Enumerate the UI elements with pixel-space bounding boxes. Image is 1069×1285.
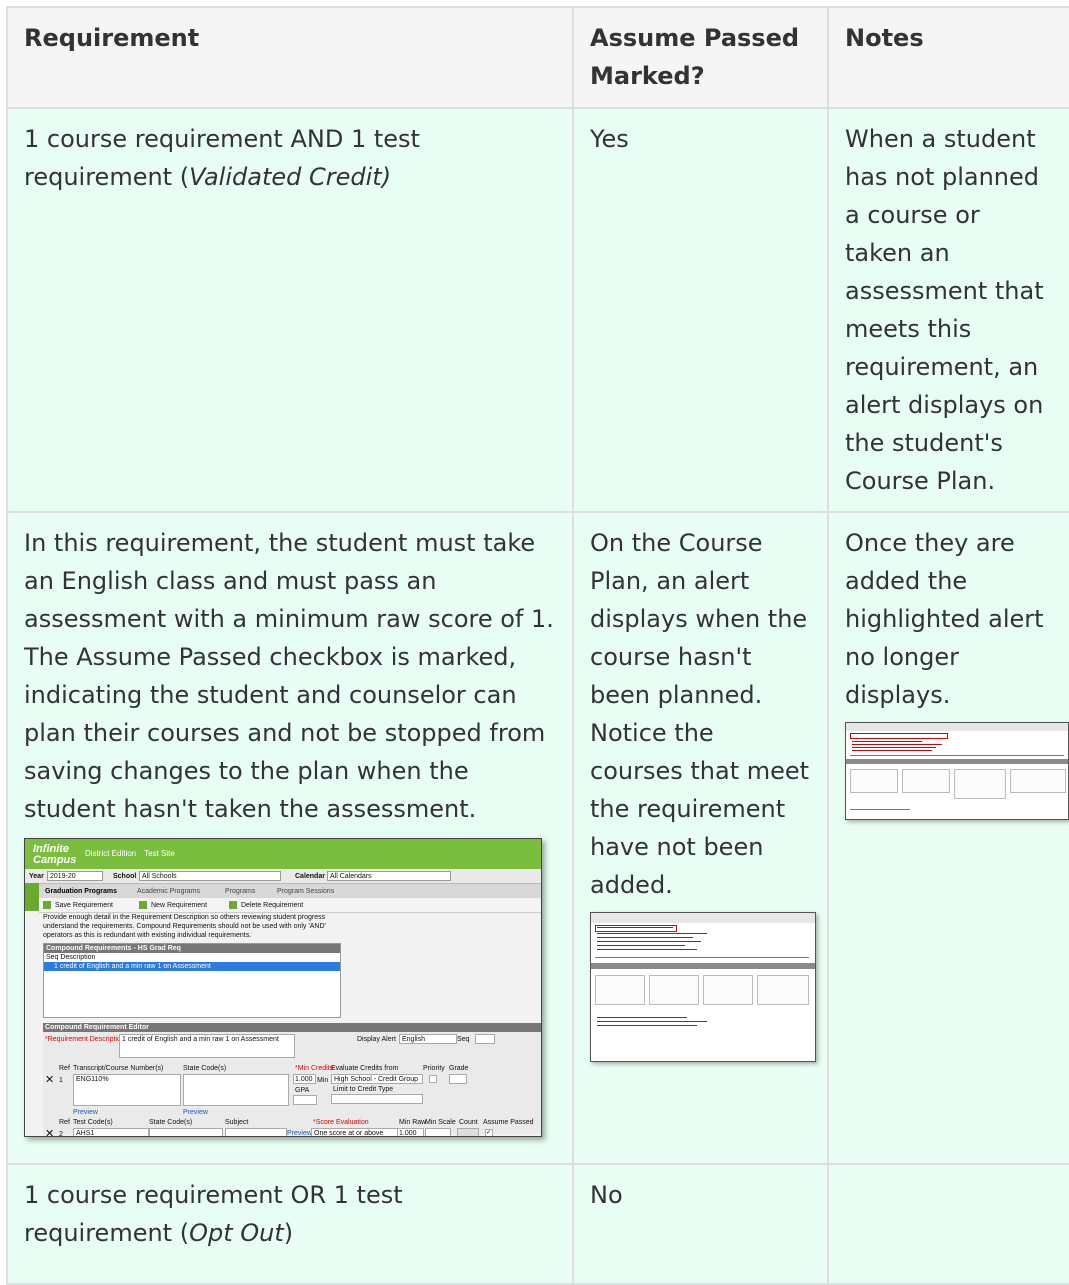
grade-select[interactable] — [449, 1074, 467, 1084]
infinite-campus-logo: Infinite Campus — [33, 843, 77, 866]
state-code-field[interactable] — [183, 1074, 289, 1106]
min-raw-field[interactable]: 1.000 — [397, 1128, 424, 1136]
course-plan-no-alert-screenshot — [845, 722, 1069, 820]
list-item[interactable]: 1 credit of English and a min raw 1 on A… — [44, 962, 340, 971]
count-field[interactable] — [457, 1128, 479, 1136]
requirement-type: Validated Credit) — [189, 163, 392, 191]
requirement-cell: 1 course requirement AND 1 test requirem… — [6, 107, 574, 513]
delete-icon — [229, 901, 237, 910]
priority-checkbox[interactable] — [429, 1075, 437, 1083]
save-requirement-button[interactable]: Save Requirement — [43, 901, 113, 910]
year-select[interactable]: 2019-20 — [47, 871, 103, 881]
seq-field[interactable] — [475, 1034, 495, 1044]
calendar-select[interactable]: All Calendars — [327, 871, 451, 881]
preview-link[interactable]: Preview — [287, 1129, 312, 1136]
side-indicator — [25, 883, 39, 911]
test-code-field[interactable]: AHS1 — [73, 1128, 149, 1136]
tab-programs[interactable]: Programs — [225, 887, 255, 896]
tab-graduation-programs[interactable]: Graduation Programs — [45, 887, 117, 896]
header-notes: Notes — [827, 6, 1069, 109]
description-help: Provide enough detail in the Requirement… — [43, 914, 326, 939]
school-select[interactable]: All Schools — [139, 871, 281, 881]
tab-academic-programs[interactable]: Academic Programs — [137, 887, 200, 896]
table-row: In this requirement, the student must ta… — [6, 511, 1069, 1165]
editor-panel: *Requirement Description 1 credit of Eng… — [43, 1032, 541, 1137]
table-row: 1 course requirement AND 1 test requirem… — [6, 107, 1069, 513]
requirement-description-field[interactable]: 1 credit of English and a min raw 1 on A… — [119, 1034, 295, 1058]
context-bar: Year 2019-20 School All Schools Calendar… — [25, 869, 541, 884]
display-alert-select[interactable]: English — [399, 1034, 457, 1044]
min-credits-field[interactable]: 1.000 — [293, 1074, 316, 1084]
header-requirement: Requirement — [6, 6, 574, 109]
new-requirement-button[interactable]: New Requirement — [139, 901, 207, 910]
requirement-cell: In this requirement, the student must ta… — [6, 511, 574, 1165]
requirement-cell: 1 course requirement OR 1 test requireme… — [6, 1163, 574, 1285]
assume-passed-checkbox[interactable]: ✓ — [485, 1129, 493, 1136]
notes-cell: Once they are added the highlighted aler… — [827, 511, 1069, 1165]
tab-program-sessions[interactable]: Program Sessions — [277, 887, 334, 896]
gpa-field[interactable] — [293, 1095, 317, 1105]
notes-cell: When a student has not planned a course … — [827, 107, 1069, 513]
header-assume-passed: Assume Passed Marked? — [572, 6, 829, 109]
test-state-code-field[interactable] — [149, 1128, 223, 1136]
notes-cell — [827, 1163, 1069, 1285]
remove-icon[interactable]: ✕ — [45, 1129, 54, 1137]
plus-icon — [139, 901, 147, 910]
course-plan-alert-screenshot — [590, 912, 816, 1062]
assume-passed-cell: On the Course Plan, an alert displays wh… — [572, 511, 829, 1165]
subject-select[interactable] — [225, 1128, 287, 1136]
remove-icon[interactable]: ✕ — [45, 1075, 54, 1086]
compound-requirement-screenshot: Infinite Campus District Edition Test Site… — [24, 838, 542, 1137]
evaluate-credits-select[interactable]: High School - Credit Group — [331, 1074, 423, 1084]
assume-passed-cell: Yes — [572, 107, 829, 513]
delete-requirement-button[interactable]: Delete Requirement — [229, 901, 303, 910]
editor-header: Compound Requirement Editor — [43, 1023, 541, 1032]
score-evaluation-select[interactable]: One score at or above — [311, 1128, 399, 1136]
requirements-table: Requirement Assume Passed Marked? Notes … — [6, 6, 1069, 1285]
preview-link[interactable]: Preview — [183, 1108, 208, 1117]
course-number-field[interactable]: ENG110% — [73, 1074, 181, 1106]
compound-requirements-list: Compound Requirements - HS Grad Req Seq … — [43, 943, 341, 1018]
min-scale-field[interactable] — [425, 1128, 451, 1136]
table-row: 1 course requirement OR 1 test requireme… — [6, 1163, 1069, 1285]
assume-passed-cell: No — [572, 1163, 829, 1285]
requirement-type: Opt Out — [189, 1219, 284, 1247]
save-icon — [43, 901, 51, 910]
credit-type-select[interactable] — [331, 1094, 423, 1104]
toolbar: Save Requirement New Requirement Delete … — [39, 898, 541, 913]
header-row: Requirement Assume Passed Marked? Notes — [6, 6, 1069, 109]
preview-link[interactable]: Preview — [73, 1108, 98, 1117]
app-header: Infinite Campus District Edition Test Site — [25, 839, 541, 869]
tab-strip: Graduation Programs Academic Programs Pr… — [25, 884, 541, 899]
